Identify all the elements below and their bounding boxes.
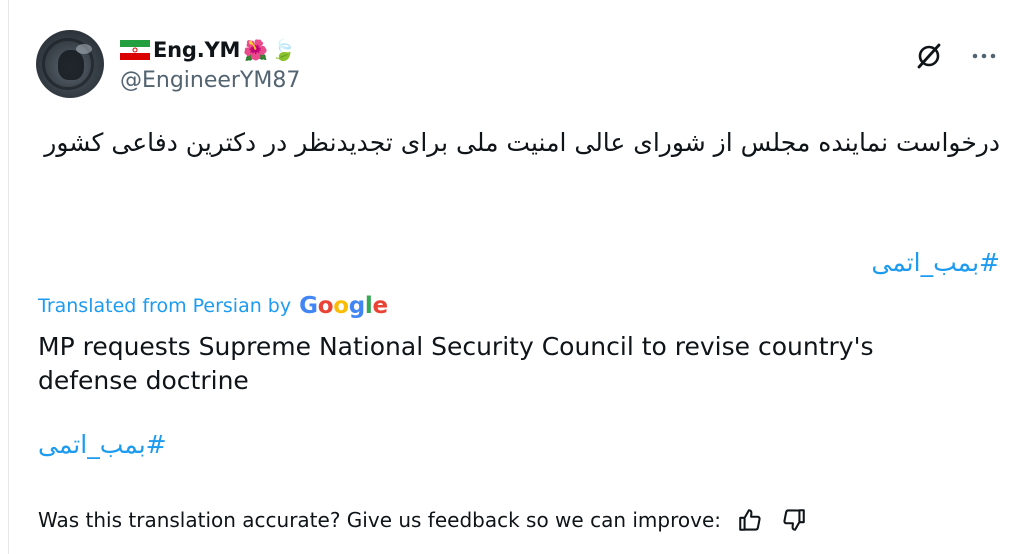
leaf-emoji: 🍃 xyxy=(271,38,297,62)
grok-icon[interactable] xyxy=(913,40,945,72)
iran-flag-icon xyxy=(120,40,150,60)
thumbs-up-icon[interactable] xyxy=(735,505,765,535)
translation-feedback: Was this translation accurate? Give us f… xyxy=(38,504,809,536)
post-hashtag[interactable]: #بمب_اتمی xyxy=(871,248,1000,277)
hibiscus-emoji: 🌺 xyxy=(243,38,269,62)
avatar-hand xyxy=(58,50,84,80)
author-handle[interactable]: @EngineerYM87 xyxy=(120,68,300,93)
post-text-persian: درخواست نماینده مجلس از شورای عالی امنیت… xyxy=(44,128,1000,157)
translated-text: MP requests Supreme National Security Co… xyxy=(38,332,874,395)
more-options-icon[interactable] xyxy=(966,40,1002,72)
author-name-row[interactable]: Eng.YM 🌺 🍃 xyxy=(120,35,296,65)
author-display-name[interactable]: Eng.YM xyxy=(153,38,240,62)
avatar[interactable] xyxy=(36,30,104,98)
google-logo: Google xyxy=(299,293,388,319)
avatar-highlight xyxy=(76,44,92,54)
translated-hashtag[interactable]: #بمب_اتمی xyxy=(38,430,167,459)
feedback-question: Was this translation accurate? Give us f… xyxy=(38,508,721,532)
thumbs-down-icon[interactable] xyxy=(779,505,809,535)
translation-attribution: Translated from Persian by Google xyxy=(38,292,388,320)
translation-label: Translated from Persian by xyxy=(38,295,292,317)
